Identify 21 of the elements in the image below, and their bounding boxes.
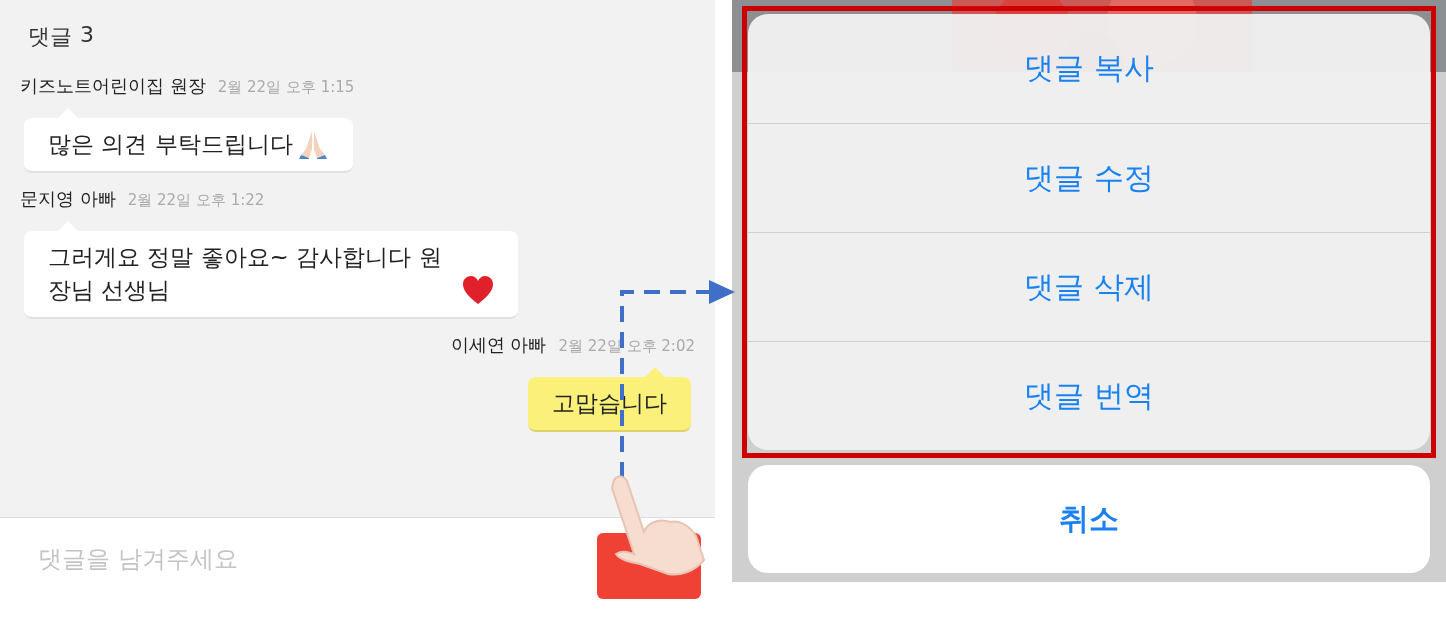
comment-text: 많은 의견 부탁드립니다 (48, 130, 293, 159)
comment-text: 고맙습니다 (552, 389, 667, 418)
comment-bubble[interactable]: 많은 의견 부탁드립니다 (24, 118, 353, 173)
comment-count: 3 (80, 22, 94, 49)
comment-author: 키즈노트어린이집 원장 (20, 74, 206, 98)
action-item[interactable]: 댓글 수정 (748, 123, 1430, 232)
comment-time: 2월 22일 오후 1:22 (127, 191, 265, 210)
action-item[interactable]: 댓글 번역 (748, 341, 1430, 450)
comment-time: 2월 22일 오후 1:15 (217, 78, 355, 97)
action-item[interactable]: 댓글 복사 (748, 14, 1430, 123)
comment-text: 그러게요 정말 좋아요~ 감사합니다 원장님 선생님 (48, 243, 443, 305)
comment-author: 문지영 아빠 (20, 187, 116, 211)
praying-hands-icon (296, 129, 329, 159)
comment-bubble[interactable]: 고맙습니다 (528, 377, 691, 432)
heart-icon (462, 275, 494, 305)
action-item[interactable]: 댓글 삭제 (748, 232, 1430, 341)
comment-bubble[interactable]: 그러게요 정말 좋아요~ 감사합니다 원장님 선생님 (24, 231, 518, 319)
comments-title: 댓글 (28, 23, 72, 51)
cancel-button[interactable]: 취소 (748, 465, 1430, 573)
comment-time: 2월 22일 오후 2:02 (558, 337, 695, 356)
comment-author: 이세연 아빠 (450, 333, 547, 357)
